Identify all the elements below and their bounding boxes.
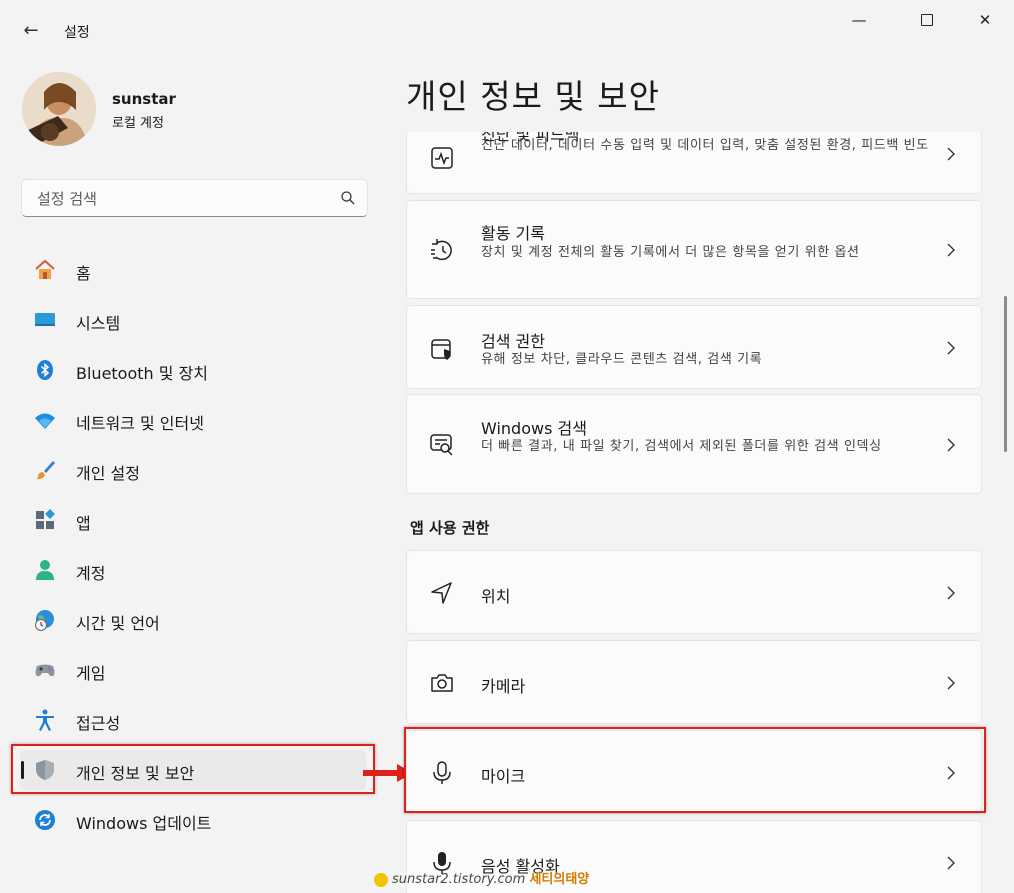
chevron-right-icon [947, 341, 955, 355]
card-description: 진단 데이터, 데이터 수동 입력 및 데이터 입력, 맞춤 설정된 환경, 피… [481, 138, 929, 153]
sidebar-item-apps[interactable]: 앱 [20, 500, 366, 540]
bluetooth-icon [37, 360, 53, 380]
gamepad-icon [35, 664, 55, 677]
card-activity-history[interactable]: 활동 기록 장치 및 계정 전체의 활동 기록에서 더 많은 항목을 얻기 위한… [406, 200, 982, 299]
avatar-image [22, 72, 96, 146]
maximize-icon [921, 14, 933, 26]
sidebar-item-time-language[interactable]: 시간 및 언어 [20, 600, 366, 640]
sidebar-item-label: 계정 [76, 564, 106, 583]
system-icon [35, 313, 55, 326]
sidebar-item-label: Windows 업데이트 [76, 814, 212, 833]
account-icon [36, 560, 54, 580]
chevron-right-icon [947, 856, 955, 870]
minimize-button[interactable]: — [836, 8, 882, 32]
sidebar-item-label: 게임 [76, 664, 106, 683]
home-icon [35, 259, 55, 279]
watermark-brand: 세티의태양 [529, 872, 590, 887]
sidebar-item-label: 시간 및 언어 [76, 614, 160, 633]
card-diagnostics-feedback[interactable]: 진단 및 피드백 진단 데이터, 데이터 수동 입력 및 데이터 입력, 맞춤 … [406, 132, 982, 194]
windows-search-icon [430, 434, 453, 456]
sidebar-item-gaming[interactable]: 게임 [20, 650, 366, 690]
chevron-right-icon [947, 676, 955, 690]
card-location[interactable]: 위치 [406, 550, 982, 634]
card-title: Windows 검색 [481, 419, 587, 438]
watermark-site: sunstar2.tistory.com [392, 872, 526, 887]
diagnostics-icon [431, 147, 453, 169]
sidebar-item-label: 홈 [76, 264, 91, 283]
section-heading-app-permissions: 앱 사용 권한 [410, 519, 490, 537]
search-shield-icon [431, 339, 451, 360]
maximize-button[interactable] [904, 8, 950, 32]
window-title: 설정 [64, 25, 90, 41]
wifi-icon [35, 413, 55, 429]
sidebar-item-label: 시스템 [76, 314, 121, 333]
apps-icon [36, 509, 55, 529]
sidebar-item-accessibility[interactable]: 접근성 [20, 700, 366, 740]
accessibility-icon [36, 709, 54, 731]
sidebar-item-label: 앱 [76, 514, 91, 533]
user-name: sunstar [112, 90, 176, 108]
card-search-permissions[interactable]: 검색 권한 유해 정보 차단, 클라우드 콘텐츠 검색, 검색 기록 [406, 305, 982, 389]
sidebar-item-network[interactable]: 네트워크 및 인터넷 [20, 400, 366, 440]
sidebar-item-bluetooth[interactable]: Bluetooth 및 장치 [20, 350, 366, 390]
chevron-right-icon [947, 147, 955, 161]
sidebar-item-home[interactable]: 홈 [20, 250, 366, 290]
chevron-right-icon [947, 438, 955, 452]
back-button[interactable]: ← [18, 20, 44, 44]
chevron-right-icon [947, 243, 955, 257]
card-title: 검색 권한 [481, 332, 545, 351]
settings-window: ← 설정 — ✕ sunstar 로컬 계정 홈 [0, 0, 1014, 893]
card-description: 더 빠른 결과, 내 파일 찾기, 검색에서 제외된 폴더를 위한 검색 인덱싱 [481, 439, 882, 454]
title-bar: ← 설정 — ✕ [0, 0, 1014, 62]
card-title: 위치 [481, 587, 511, 606]
search-input[interactable] [35, 186, 329, 212]
watermark: sunstar2.tistory.com 세티의태양 [374, 868, 589, 887]
update-icon [35, 810, 55, 830]
search-icon[interactable] [340, 190, 356, 206]
card-description: 유해 정보 차단, 클라우드 콘텐츠 검색, 검색 기록 [481, 352, 763, 367]
page-title: 개인 정보 및 보안 [406, 77, 660, 116]
close-button[interactable]: ✕ [962, 8, 1008, 32]
card-windows-search[interactable]: Windows 검색 더 빠른 결과, 내 파일 찾기, 검색에서 제외된 폴더… [406, 394, 982, 494]
sidebar-item-label: 네트워크 및 인터넷 [76, 414, 204, 433]
account-type: 로컬 계정 [112, 116, 164, 131]
sidebar-item-accounts[interactable]: 계정 [20, 550, 366, 590]
history-icon [431, 239, 452, 261]
location-icon [431, 582, 452, 604]
sidebar-item-system[interactable]: 시스템 [20, 300, 366, 340]
sidebar-item-personalization[interactable]: 개인 설정 [20, 450, 366, 490]
scrollbar[interactable] [1004, 296, 1007, 452]
sidebar-highlight-box [11, 744, 375, 794]
globe-clock-icon [35, 610, 54, 631]
camera-icon [431, 674, 453, 692]
smiley-icon [374, 872, 388, 887]
sidebar-item-label: Bluetooth 및 장치 [76, 364, 209, 383]
microphone-highlight-box [404, 727, 986, 813]
card-title: 카메라 [481, 677, 526, 696]
card-description: 장치 및 계정 전체의 활동 기록에서 더 많은 항목을 얻기 위한 옵션 [481, 245, 860, 260]
card-camera[interactable]: 카메라 [406, 640, 982, 724]
avatar[interactable] [22, 72, 96, 146]
sidebar-item-label: 접근성 [76, 714, 121, 733]
brush-icon [36, 461, 55, 480]
chevron-right-icon [947, 586, 955, 600]
settings-search[interactable] [21, 179, 368, 217]
sidebar-item-windows-update[interactable]: Windows 업데이트 [20, 800, 366, 840]
sidebar-item-label: 개인 설정 [76, 464, 140, 483]
card-title: 활동 기록 [481, 224, 545, 243]
